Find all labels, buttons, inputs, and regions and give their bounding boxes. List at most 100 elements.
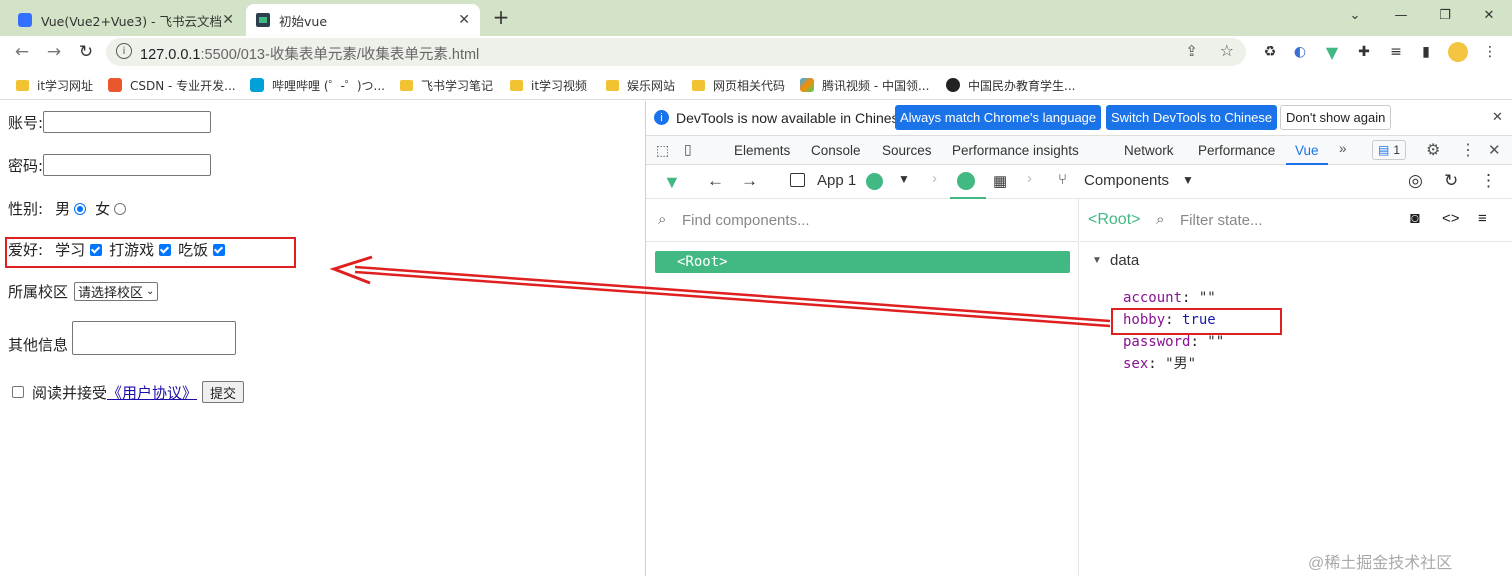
site-info-icon[interactable]: i [116,43,132,59]
browser-tab-active[interactable]: 初始vue ✕ [246,4,480,36]
bookmark-item[interactable]: 飞书学习笔记 [400,76,493,94]
folder-icon [692,79,705,91]
devtools-menu-icon[interactable]: ⋮ [1460,140,1476,160]
submit-button[interactable]: 提交 [202,381,245,403]
side-panel-icon[interactable]: ▮ [1416,42,1436,62]
account-input[interactable] [43,111,212,133]
other-row: 其他信息 [8,321,237,355]
settings-gear-icon[interactable]: ⚙ [1426,140,1440,160]
bookmark-label: 网页相关代码 [713,78,786,93]
timeline-icon[interactable]: ▦ [993,172,1007,190]
scroll-to-component-icon[interactable]: ◙ [1410,210,1420,228]
extension-icon[interactable]: ◐ [1290,42,1310,62]
bilibili-icon [250,78,264,92]
campus-select[interactable]: 请选择校区 ⌄ [74,282,159,301]
state-inspector-pane: <Root> ⌕ Filter state... ◙ <> ≡ ▼ data a… [1080,199,1512,576]
list-options-icon[interactable]: ≡ [1478,210,1487,227]
puzzle-extensions-icon[interactable]: ✚ [1354,42,1374,62]
select-target-icon[interactable]: ◎ [1408,171,1423,191]
tab-performance[interactable]: Performance [1198,143,1275,158]
gender-male-radio[interactable] [74,202,87,215]
menu-kebab-icon[interactable]: ⋮ [1480,42,1500,62]
device-toolbar-icon[interactable]: ▯ [684,141,692,158]
maximize-button[interactable]: ❐ [1422,0,1468,30]
state-row[interactable]: account: "" [1123,287,1224,309]
password-input[interactable] [43,154,212,176]
close-window-button[interactable]: ✕ [1466,0,1512,30]
switch-to-chinese-button[interactable]: Switch DevTools to Chinese [1106,105,1278,130]
refresh-icon[interactable]: ↻ [1444,171,1458,191]
forward-arrow-icon[interactable]: → [741,171,758,191]
tab-sources[interactable]: Sources [882,143,932,158]
agree-checkbox[interactable] [12,386,24,398]
bookmark-item[interactable]: it学习网址 [16,76,93,94]
close-icon[interactable]: ✕ [458,12,470,28]
issues-badge[interactable]: ▤ 1 [1372,140,1407,160]
minimize-button[interactable]: — [1378,0,1424,30]
user-agreement-link[interactable]: 《用户协议》 [107,382,197,403]
tab-console[interactable]: Console [811,143,861,158]
inspector-tab[interactable] [950,165,986,199]
reload-icon[interactable]: ↻ [74,40,98,64]
state-key: account [1123,290,1183,306]
close-devtools-icon[interactable]: ✕ [1488,141,1501,159]
avatar[interactable] [1448,42,1468,62]
tab-vue[interactable]: Vue [1295,143,1319,158]
reading-list-icon[interactable]: ≡ [1386,42,1406,62]
vue-devtools-icon[interactable]: ▼ [1322,42,1342,62]
tab-search-icon[interactable]: ⌄ [1332,0,1378,30]
chevron-down-icon[interactable]: ▼ [1182,173,1194,187]
tab-title: 初始vue [279,13,328,29]
separator-chevron-icon: › [932,170,937,187]
gender-female-radio[interactable] [114,202,127,215]
find-components-input[interactable]: Find components... [682,212,810,229]
share-icon[interactable]: ⇪ [1185,42,1198,60]
dont-show-again-button[interactable]: Don't show again [1280,105,1392,130]
close-icon[interactable]: ✕ [222,12,234,28]
more-tabs-icon[interactable]: » [1339,141,1347,156]
filter-state-input[interactable]: Filter state... [1180,212,1263,229]
divider [1080,241,1512,242]
issues-count: 1 [1393,143,1401,157]
state-row[interactable]: sex: "男" [1123,353,1224,375]
code-icon[interactable]: <> [1442,210,1460,227]
collapse-triangle-icon[interactable]: ▼ [1092,255,1102,266]
recycle-extension-icon[interactable]: ♻ [1260,42,1280,62]
bookmark-star-icon[interactable]: ☆ [1220,41,1234,60]
other-textarea[interactable] [72,321,237,355]
compass-icon [957,172,975,190]
tab-network[interactable]: Network [1124,143,1174,158]
close-infobar-icon[interactable]: ✕ [1492,109,1503,125]
bookmark-label: it学习网址 [37,78,94,93]
always-match-language-button[interactable]: Always match Chrome's language [895,105,1102,130]
doc-icon [18,13,32,27]
separator-chevron-icon: › [1027,170,1032,187]
campus-label: 所属校区 [8,283,69,301]
bookmark-item[interactable]: CSDN - 专业开发... [108,76,236,94]
chevron-down-icon[interactable]: ▼ [898,172,910,186]
forward-arrow-icon[interactable]: → [42,40,66,64]
components-selector[interactable]: Components [1084,172,1169,189]
browser-tab[interactable]: Vue(Vue2+Vue3) - 飞书云文档 ✕ [8,4,244,36]
more-menu-icon[interactable]: ⋮ [1480,171,1497,191]
bookmark-item[interactable]: 中国民办教育学生... [946,76,1075,94]
app-selector[interactable]: App 1 [817,172,856,189]
tree-node-root[interactable]: <Root> [655,251,1070,273]
bookmark-item[interactable]: it学习视频 [510,76,587,94]
vue-logo-icon: ▼ [663,172,681,192]
tab-elements[interactable]: Elements [734,143,790,158]
tab-performance-insights[interactable]: Performance insights [952,143,1079,158]
folder-icon [16,79,29,91]
campus-select-value: 请选择校区 [78,286,144,301]
bookmark-item[interactable]: 腾讯视频 - 中国领... [800,76,929,94]
url-host: 127.0.0.1 [140,47,201,63]
back-arrow-icon[interactable]: ← [707,171,724,191]
back-arrow-icon[interactable]: ← [10,40,34,64]
tab-title: Vue(Vue2+Vue3) - 飞书云文档 [41,13,223,29]
bookmark-item[interactable]: 娱乐网站 [606,76,675,94]
inspect-element-icon[interactable]: ⬚ [656,142,669,159]
bookmark-item[interactable]: 哔哩哔哩 (゜-゜)つ... [250,76,385,94]
bookmark-item[interactable]: 网页相关代码 [692,76,785,94]
chevron-down-icon: ⌄ [146,286,155,297]
new-tab-button[interactable]: + [490,5,512,29]
